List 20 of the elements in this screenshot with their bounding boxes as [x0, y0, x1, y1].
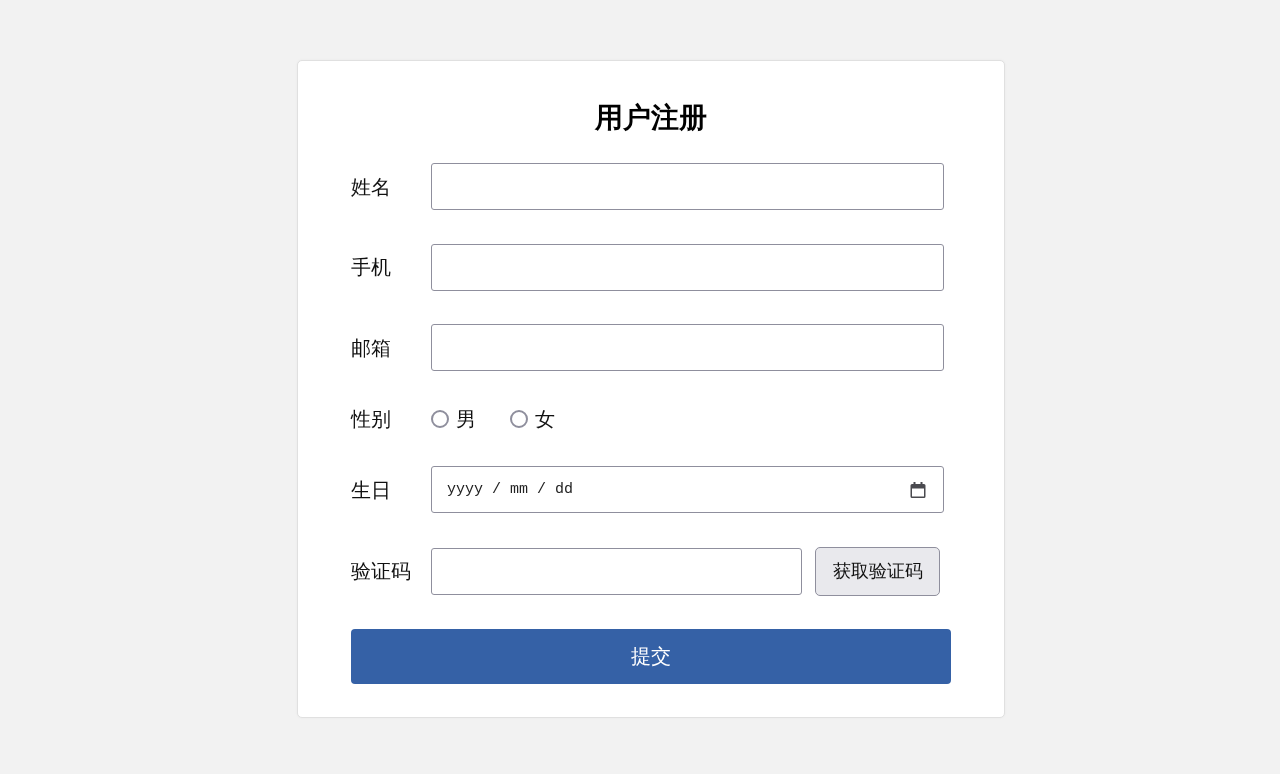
radio-label[interactable]: 女 — [535, 404, 555, 433]
field-label: 手机 — [351, 254, 392, 281]
input-field[interactable] — [431, 163, 944, 210]
radio-button[interactable] — [510, 409, 528, 428]
calendar-icon[interactable] — [909, 480, 927, 499]
radio-label[interactable]: 男 — [456, 404, 476, 433]
input-field[interactable] — [431, 243, 944, 291]
form-title: 用户注册 — [594, 100, 708, 136]
radio-button[interactable] — [431, 409, 449, 428]
field-label: 生日 — [351, 476, 392, 504]
get-code-button[interactable]: 获取验证码 — [815, 546, 940, 596]
submit-button[interactable]: 提交 — [351, 629, 951, 684]
date-placeholder: yyyy / mm / dd — [447, 481, 574, 498]
date-field[interactable]: yyyy / mm / dd — [431, 466, 944, 513]
input-field[interactable] — [431, 547, 802, 595]
field-label: 姓名 — [351, 173, 392, 201]
input-field[interactable] — [431, 324, 944, 371]
field-label: 验证码 — [351, 558, 412, 585]
field-label: 邮箱 — [351, 334, 392, 362]
field-label: 性别 — [351, 405, 392, 433]
